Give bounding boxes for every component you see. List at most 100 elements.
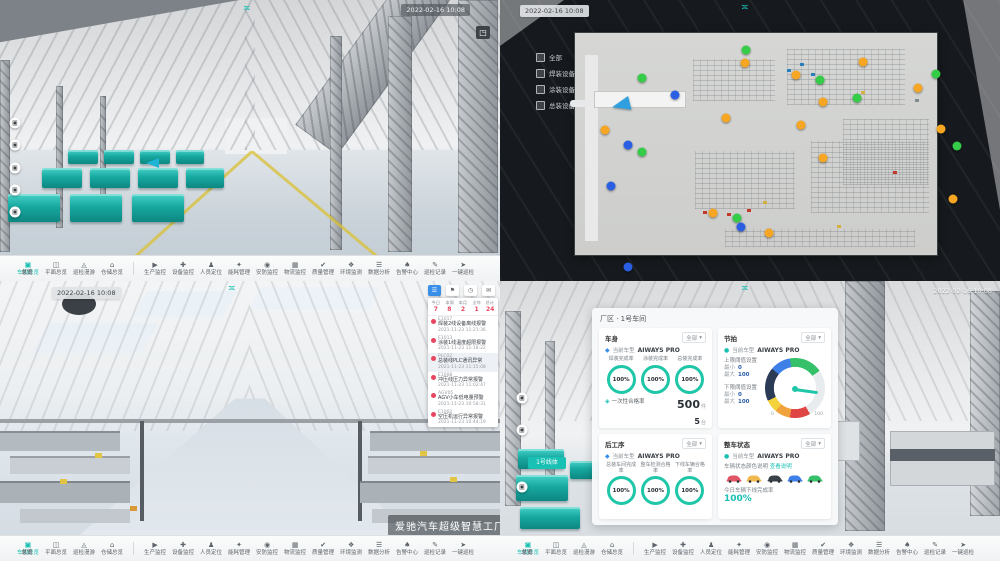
map-dot-orange[interactable] <box>797 121 806 130</box>
legend-item[interactable]: 全部 <box>536 52 575 62</box>
toolbar-item[interactable]: ◬ 巡检漫游 <box>572 541 596 556</box>
poi-marker[interactable]: ▣ <box>517 425 528 436</box>
toolbar-item[interactable]: ≍ 总览 <box>16 261 39 276</box>
alarm-list-item[interactable]: E1008 冲压线压力异常报警 2021-11-23 11:02:47 <box>428 372 498 391</box>
map-dot-green[interactable] <box>932 70 941 79</box>
map-dot-orange[interactable] <box>937 125 946 134</box>
alarm-list-item[interactable]: E1013 涂装1线温度超限报警 2021-11-23 11:18:22 <box>428 335 498 354</box>
toolbar-item[interactable]: ≍ 总览 <box>16 541 39 556</box>
toolbar-item[interactable]: ➤ 一键巡检 <box>451 261 475 276</box>
poi-marker[interactable]: ▣ <box>10 118 21 129</box>
toolbar-item[interactable]: ✚ 设备监控 <box>171 261 195 276</box>
toolbar-item[interactable]: ✚ 设备监控 <box>171 541 195 556</box>
alarm-list-item[interactable]: PLC02 总装线PLC通讯异常 2021-11-23 11:15:08 <box>428 353 498 372</box>
map-dot-orange[interactable] <box>949 195 958 204</box>
toolbar-item[interactable]: ✔ 质量管理 <box>811 541 835 556</box>
toolbar-item[interactable]: ✦ 能耗管理 <box>227 261 251 276</box>
toolbar-item[interactable]: ✎ 巡检记录 <box>423 261 447 276</box>
car-legend-link[interactable]: 查看说明 <box>770 464 792 470</box>
poi-marker[interactable]: ▣ <box>10 163 21 174</box>
map-dot-orange[interactable] <box>722 114 731 123</box>
toolbar-item[interactable]: ◫ 平面总览 <box>44 541 68 556</box>
mail-icon-button[interactable]: ✉ <box>482 285 495 296</box>
toolbar-item[interactable]: ☰ 数据分析 <box>367 541 391 556</box>
toolbar-item[interactable]: ⌂ 仓储总览 <box>100 261 124 276</box>
map-dot-green[interactable] <box>638 148 647 157</box>
toolbar-item[interactable]: ▶ 生产监控 <box>143 541 167 556</box>
toolbar-item[interactable]: ◉ 安防监控 <box>755 541 779 556</box>
map-dot-green[interactable] <box>638 74 647 83</box>
toolbar-item[interactable]: ▶ 生产监控 <box>143 261 167 276</box>
toolbar-item[interactable]: ❖ 环境监测 <box>339 261 363 276</box>
map-dot-orange[interactable] <box>601 126 610 135</box>
map-dot-orange[interactable] <box>709 209 718 218</box>
toolbar-item[interactable]: ◉ 安防监控 <box>255 261 279 276</box>
toolbar-item[interactable]: ♟ 人员定位 <box>199 541 223 556</box>
toolbar-item[interactable]: ☰ 数据分析 <box>867 541 891 556</box>
model-select[interactable]: 全部▾ <box>682 332 706 343</box>
toolbar-item[interactable]: ♟ 人员定位 <box>699 541 723 556</box>
map-dot-blue[interactable] <box>624 263 633 272</box>
toolbar-item[interactable]: ➤ 一键巡检 <box>951 541 975 556</box>
toolbar-item[interactable]: ▦ 物流监控 <box>283 261 307 276</box>
toolbar-item[interactable]: ♠ 告警中心 <box>395 541 419 556</box>
map-dot-blue[interactable] <box>671 91 680 100</box>
toolbar-item[interactable]: ✦ 能耗管理 <box>227 541 251 556</box>
toolbar-item[interactable]: ✔ 质量管理 <box>311 541 335 556</box>
map-dot-orange[interactable] <box>792 71 801 80</box>
model-select[interactable]: 全部▾ <box>801 438 825 449</box>
toolbar-item[interactable]: ◉ 安防监控 <box>255 541 279 556</box>
alarm-list-item[interactable]: E1017 焊装2线设备离线报警 2021-11-23 11:21:36 <box>428 316 498 335</box>
toolbar-item[interactable]: ♟ 人员定位 <box>199 261 223 276</box>
legend-collapse-button[interactable] <box>570 100 592 107</box>
map-dot-green[interactable] <box>853 94 862 103</box>
toolbar-item[interactable]: ◫ 平面总览 <box>44 261 68 276</box>
flag-icon-button[interactable]: ⚑ <box>446 285 459 296</box>
toolbar-item[interactable]: ❖ 环境监测 <box>839 541 863 556</box>
toolbar-item[interactable]: ❖ 环境监测 <box>339 541 363 556</box>
map-dot-blue[interactable] <box>607 182 616 191</box>
map-dot-orange[interactable] <box>914 84 923 93</box>
expand-icon-button[interactable]: ◳ <box>476 26 490 39</box>
alarm-list-item[interactable]: AGV05 AGV小车低电量预警 2021-11-23 10:58:31 <box>428 390 498 409</box>
toolbar-item[interactable]: ♠ 告警中心 <box>395 261 419 276</box>
model-select[interactable]: 全部▾ <box>801 332 825 343</box>
poi-marker[interactable]: ▣ <box>517 482 528 493</box>
toolbar-item[interactable]: ⌂ 仓储总览 <box>600 541 624 556</box>
alarm-list-item[interactable]: E1002 空压机运行异常报警 2021-11-23 10:44:19 <box>428 409 498 428</box>
toolbar-item[interactable]: ◬ 巡检漫游 <box>72 261 96 276</box>
map-dot-green[interactable] <box>742 46 751 55</box>
toolbar-item[interactable]: ✎ 巡检记录 <box>423 541 447 556</box>
toolbar-item[interactable]: ☰ 数据分析 <box>367 261 391 276</box>
toolbar-item[interactable]: ➤ 一键巡检 <box>451 541 475 556</box>
map-dot-orange[interactable] <box>819 154 828 163</box>
map-dot-green[interactable] <box>816 76 825 85</box>
toolbar-item[interactable]: ✔ 质量管理 <box>311 261 335 276</box>
poi-marker[interactable]: ▣ <box>10 140 21 151</box>
toolbar-item[interactable]: ⌂ 仓储总览 <box>100 541 124 556</box>
toolbar-item[interactable]: ✚ 设备监控 <box>671 541 695 556</box>
toolbar-item[interactable]: ≍ 总览 <box>516 541 539 556</box>
map-dot-green[interactable] <box>733 214 742 223</box>
map-dot-orange[interactable] <box>819 98 828 107</box>
toolbar-item[interactable]: ◬ 巡检漫游 <box>72 541 96 556</box>
poi-marker[interactable]: ▣ <box>517 393 528 404</box>
legend-item[interactable]: 涂装设备 <box>536 84 575 94</box>
map-dot-orange[interactable] <box>765 229 774 238</box>
map-dot-blue[interactable] <box>624 141 633 150</box>
map-dot-orange[interactable] <box>859 58 868 67</box>
legend-item[interactable]: 焊装设备 <box>536 68 575 78</box>
list-icon-button[interactable]: ☰ <box>428 285 441 296</box>
toolbar-item[interactable]: ✦ 能耗管理 <box>727 541 751 556</box>
toolbar-item[interactable]: ✎ 巡检记录 <box>923 541 947 556</box>
map-dot-blue[interactable] <box>737 223 746 232</box>
map-dot-orange[interactable] <box>741 59 750 68</box>
toolbar-item[interactable]: ▦ 物流监控 <box>783 541 807 556</box>
model-select[interactable]: 全部▾ <box>682 438 706 449</box>
poi-marker[interactable]: ▣ <box>10 185 21 196</box>
toolbar-item[interactable]: ◫ 平面总览 <box>544 541 568 556</box>
toolbar-item[interactable]: ♠ 告警中心 <box>895 541 919 556</box>
toolbar-item[interactable]: ▶ 生产监控 <box>643 541 667 556</box>
toolbar-item[interactable]: ▦ 物流监控 <box>283 541 307 556</box>
map-dot-green[interactable] <box>953 142 962 151</box>
